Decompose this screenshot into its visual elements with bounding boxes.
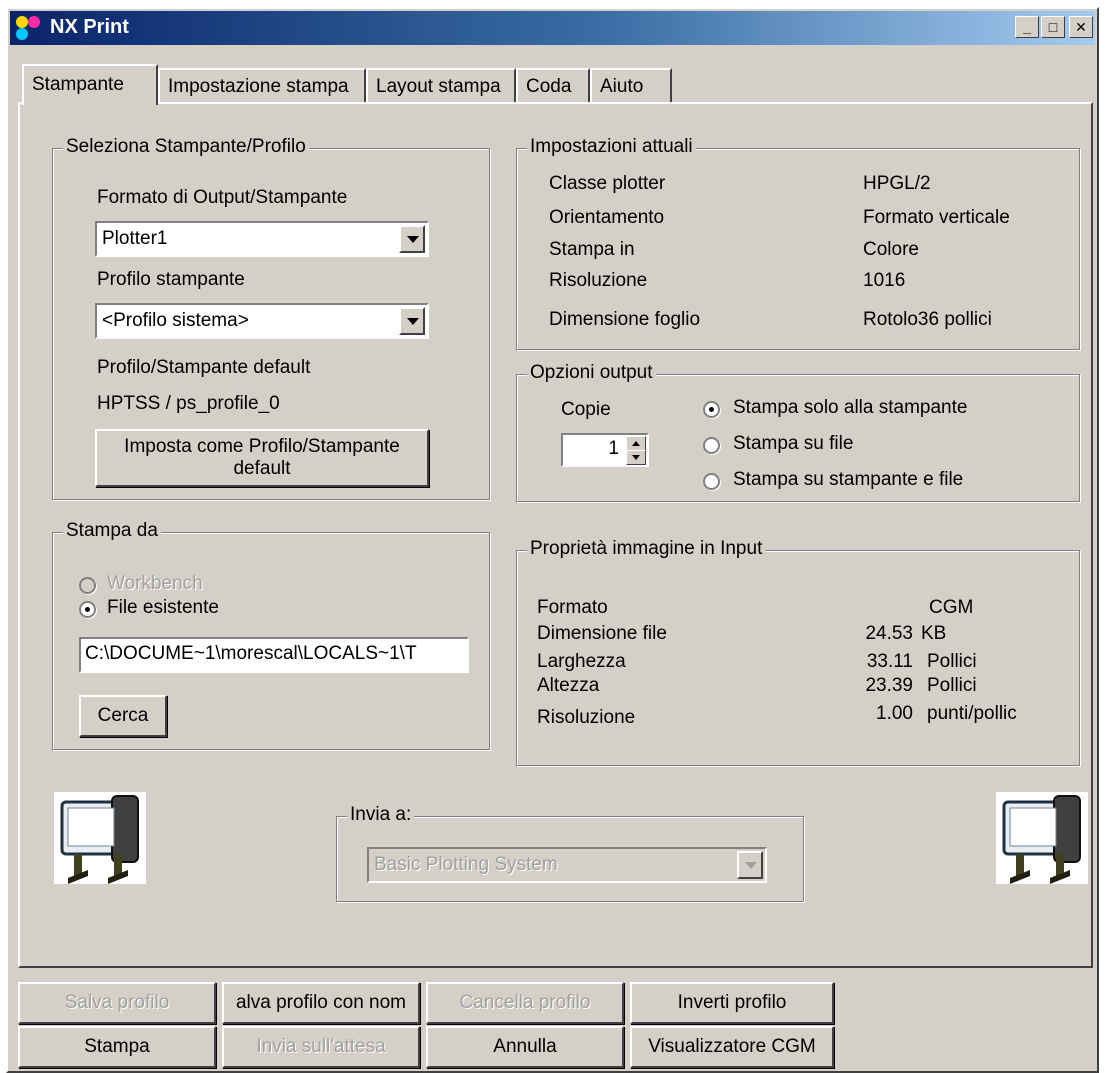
spin-up-icon[interactable]	[626, 436, 646, 451]
chevron-down-icon[interactable]	[399, 307, 425, 335]
tab-aiuto[interactable]: Aiuto	[590, 68, 672, 102]
chevron-down-icon[interactable]	[399, 225, 425, 253]
image-prop-value: 23.39	[865, 675, 913, 696]
window-title: NX Print	[50, 16, 129, 38]
select-printer-group: Seleziona Stampante/Profilo Formato di O…	[52, 136, 490, 500]
setting-label: Stampa in	[549, 239, 635, 260]
copies-label: Copie	[561, 399, 611, 420]
set-default-button-line1: Imposta come Profilo/Stampante	[124, 436, 400, 458]
image-prop-unit: punti/pollic	[927, 703, 1017, 724]
current-settings-legend: Impostazioni attuali	[527, 136, 696, 158]
minimize-icon: _	[1023, 19, 1031, 35]
image-prop-label: Larghezza	[537, 651, 626, 672]
copies-value: 1	[608, 438, 619, 459]
cancel-button[interactable]: Annulla	[426, 1026, 624, 1068]
send-to-value: Basic Plotting System	[374, 854, 558, 875]
print-from-legend: Stampa da	[63, 520, 161, 542]
tab-stampante[interactable]: Stampante	[22, 64, 158, 105]
print-button[interactable]: Stampa	[18, 1026, 216, 1068]
setting-value: Colore	[863, 239, 919, 260]
setting-value: Rotolo36 pollici	[863, 309, 992, 330]
output-format-select[interactable]: Plotter1	[95, 221, 429, 257]
tab-layout-stampa[interactable]: Layout stampa	[366, 68, 516, 102]
plotter-icon	[54, 792, 146, 884]
cgm-viewer-button[interactable]: Visualizzatore CGM	[630, 1026, 834, 1068]
input-image-group: Proprietà immagine in Input Formato CGM …	[516, 538, 1080, 766]
maximize-icon: □	[1048, 19, 1058, 35]
set-default-button-line2: default	[233, 458, 291, 479]
spin-down-icon[interactable]	[626, 450, 646, 465]
printer-profile-value: <Profilo sistema>	[102, 310, 249, 331]
tab-impostazione-stampa[interactable]: Impostazione stampa	[158, 68, 366, 102]
current-settings-group: Impostazioni attuali Classe plotter HPGL…	[516, 136, 1080, 350]
app-icon	[16, 16, 40, 40]
image-prop-value: 24.53	[865, 623, 913, 644]
chevron-down-icon[interactable]	[737, 851, 763, 879]
radio-print-file[interactable]	[703, 437, 720, 454]
image-prop-value: CGM	[929, 597, 974, 618]
image-prop-label: Dimensione file	[537, 623, 667, 644]
revert-profile-button[interactable]: Inverti profilo	[630, 982, 834, 1024]
send-to-group: Invia a: Basic Plotting System	[336, 804, 804, 902]
title-bar[interactable]: NX Print _ □ ✕	[10, 11, 1095, 45]
image-prop-unit: KB	[921, 623, 947, 644]
file-path-input[interactable]: C:\DOCUME~1\morescal\LOCALS~1\T	[79, 637, 469, 673]
radio-existing-file-label[interactable]: File esistente	[107, 597, 219, 619]
image-prop-value: 1.00	[876, 703, 913, 724]
setting-label: Classe plotter	[549, 173, 666, 194]
radio-print-both[interactable]	[703, 473, 720, 490]
browse-button[interactable]: Cerca	[79, 695, 167, 737]
image-prop-label: Altezza	[537, 675, 600, 696]
output-options-legend: Opzioni output	[527, 362, 656, 384]
image-prop-value: 33.11	[866, 651, 913, 672]
close-button[interactable]: ✕	[1069, 16, 1093, 38]
radio-print-both-label[interactable]: Stampa su stampante e file	[733, 469, 963, 491]
default-profile-value: HPTSS / ps_profile_0	[97, 393, 280, 414]
setting-label: Dimensione foglio	[549, 309, 701, 330]
nx-print-window: NX Print _ □ ✕ Stampante Impostazione st…	[6, 7, 1099, 1073]
input-image-legend: Proprietà immagine in Input	[527, 538, 766, 560]
minimize-button[interactable]: _	[1015, 16, 1039, 38]
send-to-select[interactable]: Basic Plotting System	[367, 847, 767, 883]
close-icon: ✕	[1075, 19, 1087, 35]
tab-panel-stampante: Seleziona Stampante/Profilo Formato di O…	[18, 102, 1093, 968]
radio-existing-file[interactable]	[79, 601, 96, 618]
plotter-icon	[996, 792, 1088, 884]
setting-value: Formato verticale	[863, 207, 1010, 228]
radio-print-only-label[interactable]: Stampa solo alla stampante	[733, 397, 967, 419]
printer-profile-select[interactable]: <Profilo sistema>	[95, 303, 429, 339]
maximize-button[interactable]: □	[1041, 16, 1065, 38]
set-default-button[interactable]: Imposta come Profilo/Stampante default	[95, 429, 429, 487]
send-to-legend: Invia a:	[347, 804, 415, 826]
copies-spinner[interactable]: 1	[561, 433, 649, 467]
output-format-label: Formato di Output/Stampante	[97, 187, 348, 208]
printer-profile-label: Profilo stampante	[97, 269, 245, 290]
image-prop-label: Formato	[537, 597, 608, 618]
tab-coda[interactable]: Coda	[516, 68, 590, 102]
radio-workbench[interactable]	[79, 577, 96, 594]
output-format-value: Plotter1	[102, 228, 168, 249]
delete-profile-button[interactable]: Cancella profilo	[426, 982, 624, 1024]
setting-label: Risoluzione	[549, 270, 648, 291]
save-profile-button[interactable]: Salva profilo	[18, 982, 216, 1024]
radio-print-only[interactable]	[703, 401, 720, 418]
image-prop-label: Risoluzione	[537, 707, 636, 728]
radio-workbench-label[interactable]: Workbench	[107, 573, 203, 595]
default-profile-label: Profilo/Stampante default	[97, 357, 311, 378]
setting-label: Orientamento	[549, 207, 665, 228]
send-hold-button[interactable]: Invia sull'attesa	[222, 1026, 420, 1068]
print-from-group: Stampa da Workbench File esistente C:\DO…	[52, 520, 490, 750]
output-options-group: Opzioni output Copie 1 Stampa solo alla …	[516, 362, 1080, 502]
image-prop-unit: Pollici	[927, 651, 977, 672]
setting-value: HPGL/2	[863, 173, 931, 194]
select-printer-legend: Seleziona Stampante/Profilo	[63, 136, 309, 158]
radio-print-file-label[interactable]: Stampa su file	[733, 433, 853, 455]
setting-value: 1016	[863, 270, 906, 291]
save-profile-as-button[interactable]: alva profilo con nom	[222, 982, 420, 1024]
image-prop-unit: Pollici	[927, 675, 977, 696]
